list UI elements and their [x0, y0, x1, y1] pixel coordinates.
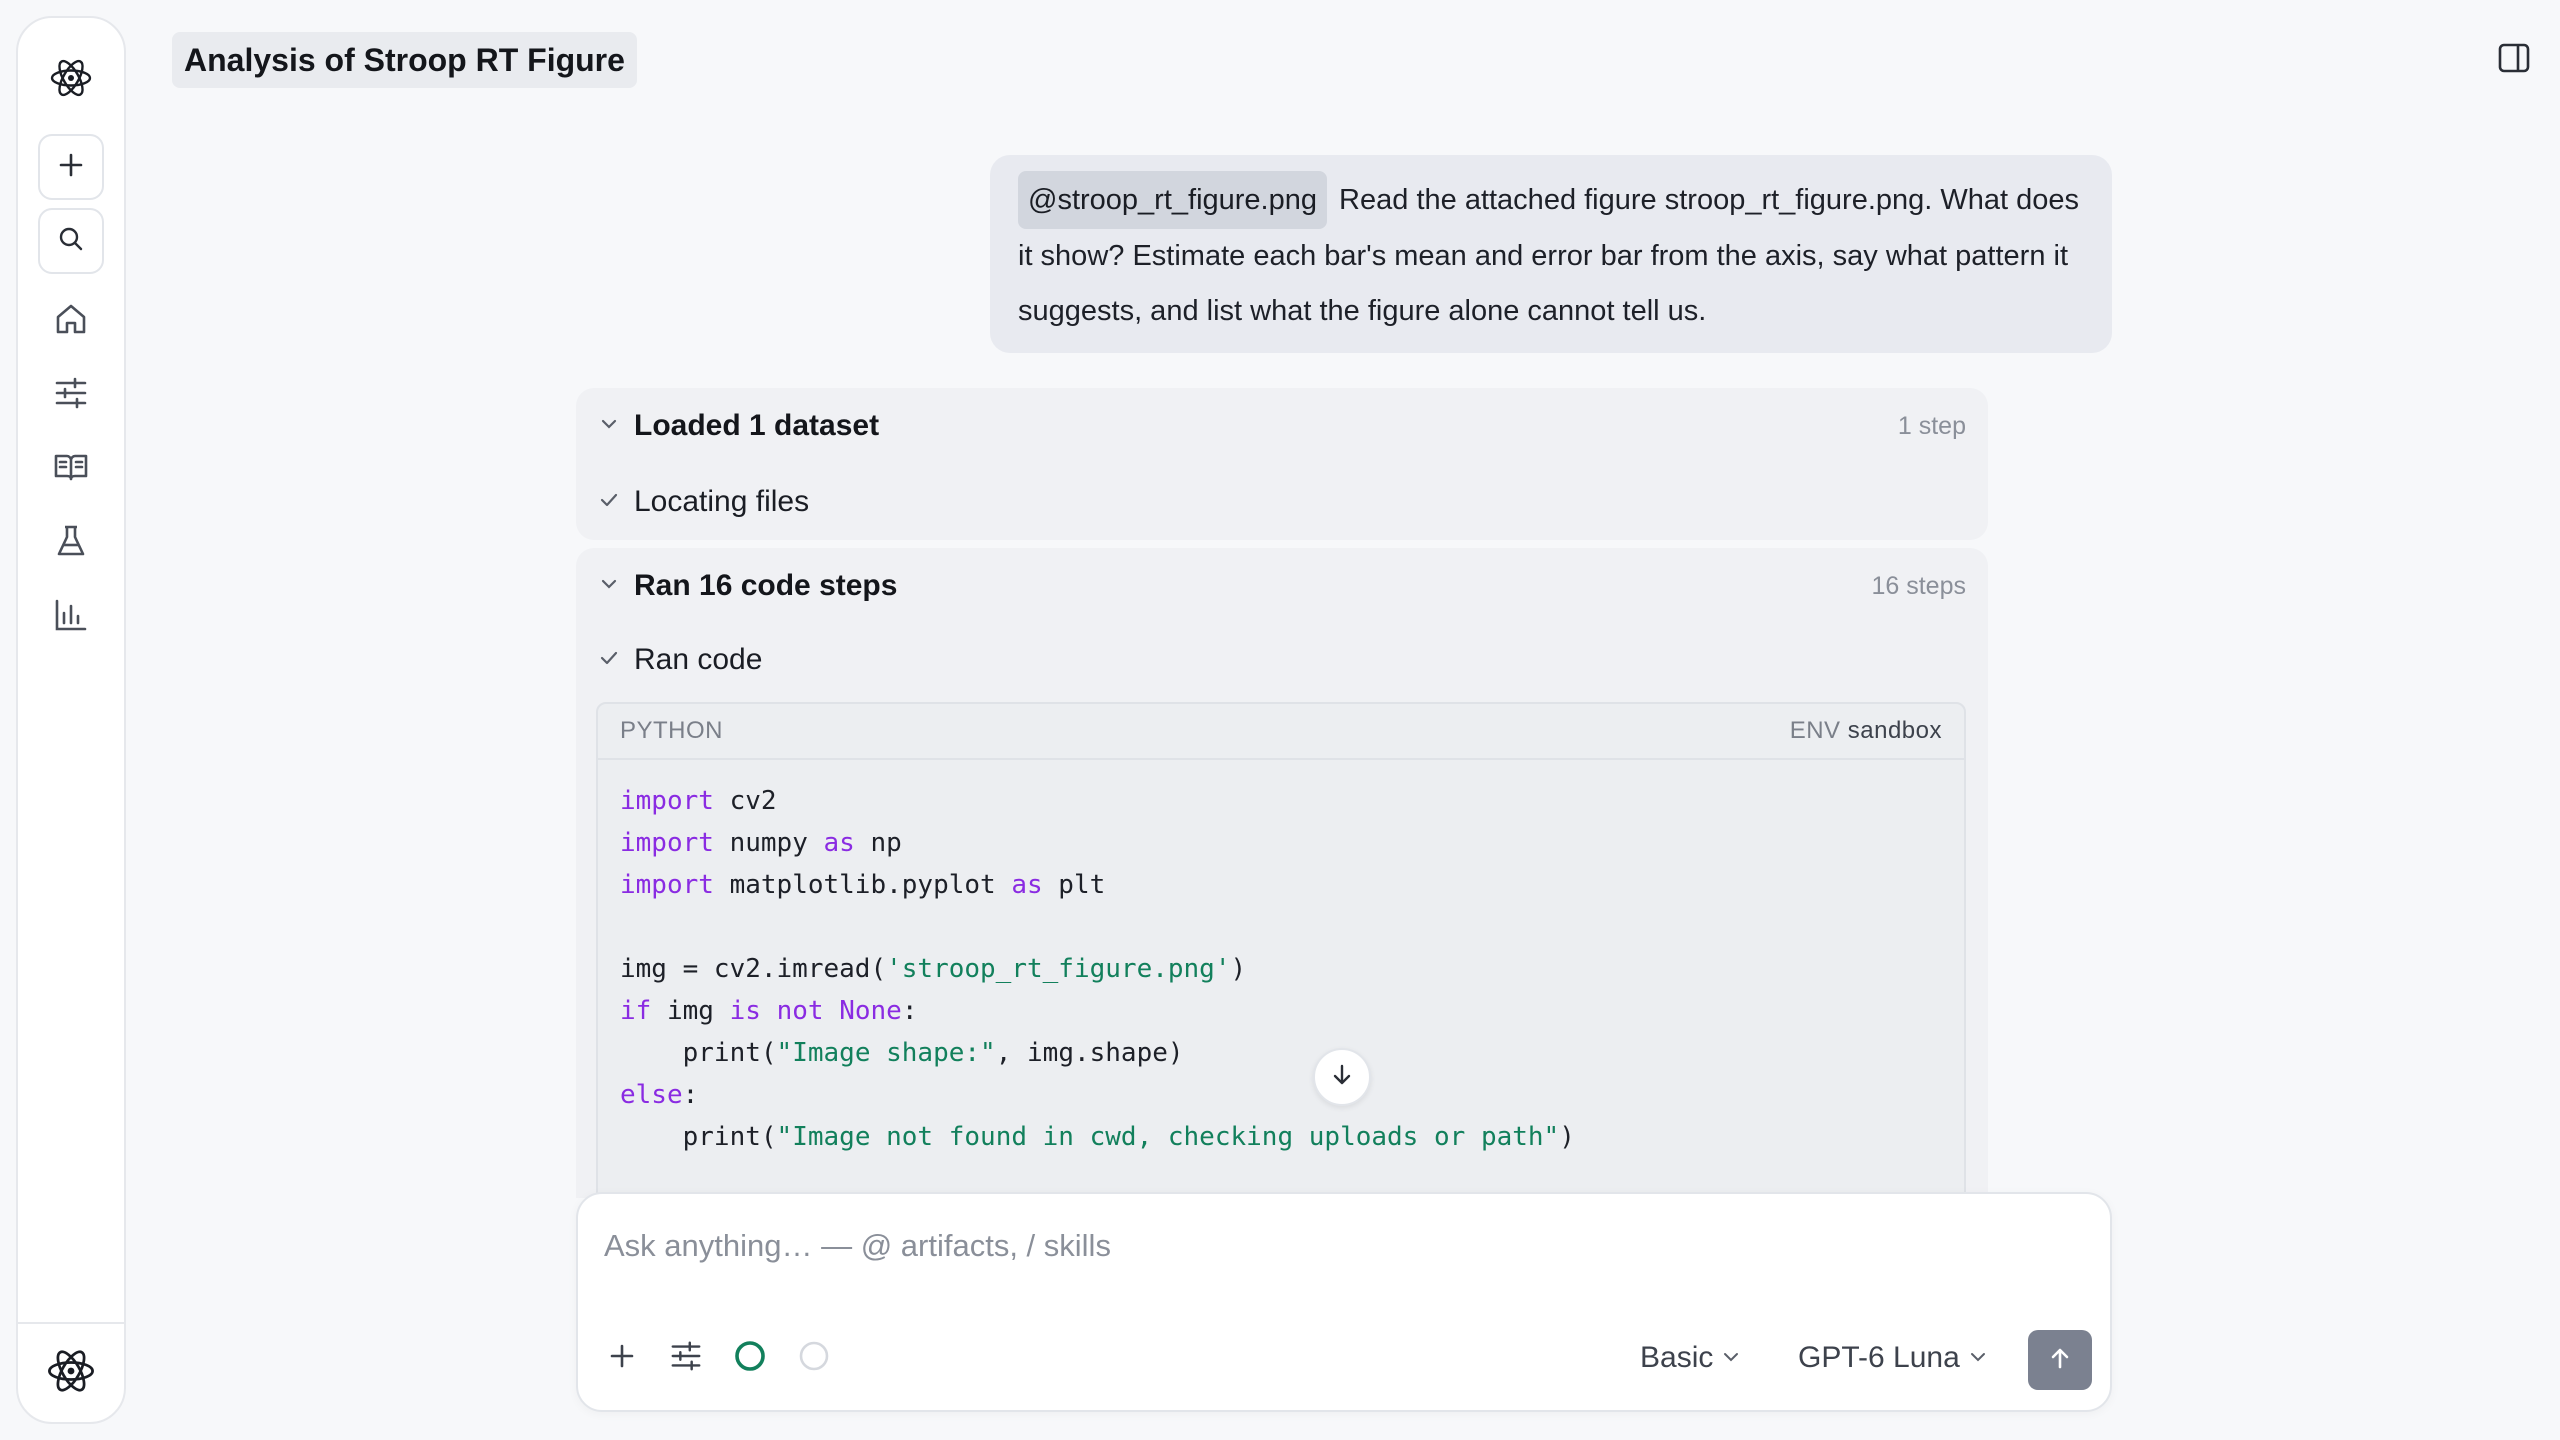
user-message: @stroop_rt_figure.png Read the attached …	[990, 155, 2112, 353]
chevron-down-icon	[598, 413, 620, 440]
code-line: import numpy as np	[620, 828, 902, 858]
sidebar-nav	[42, 290, 100, 644]
step-group-title: Loaded 1 dataset	[634, 409, 880, 442]
arrow-up-icon	[2047, 1345, 2073, 1376]
code-line: else:	[620, 1080, 699, 1110]
sidebar-footer	[18, 1322, 124, 1422]
arrow-down-icon	[1329, 1062, 1355, 1093]
sliders-icon[interactable]	[42, 364, 100, 422]
code-block: PYTHON ENV sandbox import cv2 import nump…	[596, 702, 1966, 1198]
message-input[interactable]	[604, 1222, 2004, 1270]
check-icon	[598, 647, 620, 674]
step-item-label: Ran code	[634, 643, 763, 676]
model-select-label: GPT-6 Luna	[1798, 1341, 1960, 1374]
circle-active-icon	[733, 1339, 767, 1378]
spinner-icon	[797, 1339, 831, 1378]
scroll-down-button[interactable]	[1313, 1048, 1371, 1106]
step-item[interactable]: Ran code	[598, 638, 762, 682]
step-item-label: Locating files	[634, 485, 810, 518]
check-icon	[598, 489, 620, 516]
code-env-label: ENV	[1789, 717, 1841, 744]
file-mention[interactable]: @stroop_rt_figure.png	[1018, 171, 1327, 229]
step-item[interactable]: Locating files	[598, 480, 809, 524]
book-icon[interactable]	[42, 438, 100, 496]
chevron-down-icon	[1968, 1341, 1988, 1375]
search-icon	[57, 225, 85, 258]
code-line: import cv2	[620, 786, 777, 816]
sidebar-panel-icon	[2497, 41, 2531, 80]
code-line: print("Image shape:", img.shape)	[620, 1038, 1184, 1068]
flask-icon[interactable]	[42, 512, 100, 570]
plus-icon	[607, 1341, 637, 1376]
code-block-header: PYTHON ENV sandbox	[598, 704, 1964, 760]
send-button[interactable]	[2028, 1330, 2092, 1390]
code-env-value: sandbox	[1847, 717, 1942, 744]
plus-icon	[56, 150, 86, 185]
code-language: PYTHON	[620, 717, 724, 744]
panel-toggle-button[interactable]	[2492, 38, 2536, 82]
page-title[interactable]: Analysis of Stroop RT Figure	[172, 32, 637, 88]
mode-select[interactable]: Basic	[1640, 1334, 1741, 1382]
step-count: 1 step	[1897, 411, 1966, 440]
loading-indicator	[790, 1334, 838, 1382]
status-toggle[interactable]	[726, 1334, 774, 1382]
atom-icon[interactable]	[46, 1346, 96, 1401]
code-line: print("Image not found in cwd, checking …	[620, 1122, 1575, 1152]
sliders-icon	[669, 1339, 703, 1378]
new-chat-button[interactable]	[38, 134, 104, 200]
step-group-title: Ran 16 code steps	[634, 569, 898, 602]
code-steps-header[interactable]: Ran 16 code steps 16 steps	[598, 564, 1966, 608]
chevron-down-icon	[598, 573, 620, 600]
model-select[interactable]: GPT-6 Luna	[1798, 1334, 1988, 1382]
code-line: import matplotlib.pyplot as plt	[620, 870, 1106, 900]
code-line: img = cv2.imread('stroop_rt_figure.png')	[620, 954, 1247, 984]
search-button[interactable]	[38, 208, 104, 274]
settings-button[interactable]	[662, 1334, 710, 1382]
home-icon[interactable]	[42, 290, 100, 348]
sidebar	[16, 16, 126, 1424]
atom-icon[interactable]	[45, 52, 97, 104]
mode-select-label: Basic	[1640, 1341, 1714, 1374]
code-steps-card: Ran 16 code steps 16 steps Ran code PYTH…	[576, 548, 1988, 1198]
bar-chart-icon[interactable]	[42, 586, 100, 644]
attach-button[interactable]	[598, 1334, 646, 1382]
step-count: 16 steps	[1871, 571, 1966, 600]
chevron-down-icon	[1721, 1341, 1741, 1375]
code-env: ENV sandbox	[1790, 717, 1942, 745]
dataset-steps-header[interactable]: Loaded 1 dataset 1 step	[598, 404, 1966, 448]
code-content[interactable]: import cv2 import numpy as np import matpl…	[598, 760, 1964, 1178]
code-line: if img is not None:	[620, 996, 918, 1026]
composer: Basic GPT-6 Luna	[576, 1192, 2112, 1412]
dataset-steps-card: Loaded 1 dataset 1 step Locating files	[576, 388, 1988, 540]
